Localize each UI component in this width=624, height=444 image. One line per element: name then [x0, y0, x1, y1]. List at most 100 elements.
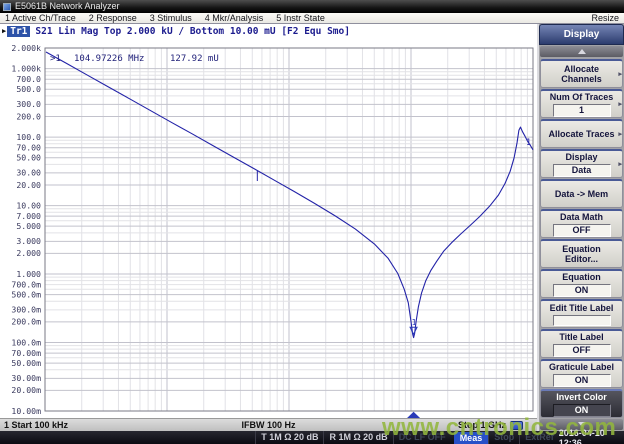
- y-tick-label: 100.0m: [11, 337, 41, 347]
- softkey-label: Equation Editor...: [541, 244, 622, 264]
- measurement-status-badge: Meas: [454, 432, 489, 444]
- dc-bias-status: DC LF OFF: [393, 431, 451, 444]
- status-bar: T 1M Ω 20 dB R 1M Ω 20 dB DC LF OFF Meas…: [0, 431, 624, 444]
- softkey-label: Invert Color: [552, 392, 611, 402]
- port-t-attenuation: T 1M Ω 20 dB: [255, 431, 323, 444]
- y-tick-label: 700.0m: [11, 279, 41, 289]
- softkey-value: [553, 315, 611, 326]
- y-tick-label: 500.0: [16, 84, 41, 94]
- softkey-value: ON: [553, 284, 611, 297]
- menu-item-5[interactable]: 5 Instr State: [276, 13, 325, 23]
- menu-item-3[interactable]: 3 Stimulus: [150, 13, 192, 23]
- softkey-equation-editor[interactable]: Equation Editor...: [540, 239, 623, 268]
- marker-number: 1: [412, 318, 417, 327]
- y-axis-labels: 2.000k1.000k700.0500.0300.0200.0100.070.…: [11, 43, 41, 416]
- reference-status: ExtRef: [519, 431, 559, 444]
- y-tick-label: 200.0: [16, 111, 41, 121]
- trace-id-chip[interactable]: Tr1: [7, 26, 30, 37]
- softkey-value: Data: [553, 164, 611, 177]
- softkey-label: Display: [561, 152, 601, 162]
- datetime: 2016-04-10 12:36: [559, 428, 624, 444]
- y-tick-label: 300.0m: [11, 305, 41, 315]
- softkey-allocate-channels[interactable]: Allocate Channels▸: [540, 59, 623, 88]
- y-tick-label: 20.00m: [11, 385, 41, 395]
- y-tick-label: 10.00m: [11, 406, 41, 416]
- softkey-equation[interactable]: Equation ON: [540, 269, 623, 298]
- window-title: E5061B Network Analyzer: [15, 0, 120, 13]
- y-tick-label: 50.00m: [11, 358, 41, 368]
- y-tick-label: 5.000: [16, 221, 41, 231]
- submenu-arrow-icon: ▸: [618, 130, 622, 138]
- softkey-num-of-traces[interactable]: Num Of Traces 1 ▸: [540, 89, 623, 118]
- menu-item-2[interactable]: 2 Response: [89, 13, 137, 23]
- y-tick-label: 7.000: [16, 211, 41, 221]
- title-bar: E5061B Network Analyzer: [0, 0, 624, 13]
- y-tick-label: 20.00: [16, 180, 41, 190]
- softkey-value: OFF: [553, 224, 611, 237]
- resize-button[interactable]: Resize: [591, 13, 619, 23]
- marker-readout-id: >1: [50, 54, 61, 64]
- y-tick-label: 1.000k: [11, 63, 41, 73]
- softkey-list: Allocate Channels▸Num Of Traces1▸Allocat…: [539, 58, 624, 418]
- softkey-display[interactable]: Display Data ▸: [540, 149, 623, 178]
- softkey-sidebar: Display Allocate Channels▸Num Of Traces1…: [537, 24, 624, 431]
- ifbw-value: IFBW 100 Hz: [241, 420, 295, 430]
- marker-readout-value: 127.92 mU: [170, 54, 219, 64]
- softkey-value: OFF: [553, 344, 611, 357]
- y-tick-label: 700.0: [16, 74, 41, 84]
- softkey-menu-title: Display: [539, 24, 624, 45]
- main-content: ▶ Tr1 S21 Lin Mag Top 2.000 kU / Bottom …: [0, 24, 624, 431]
- softkey-label: Num Of Traces: [546, 92, 618, 102]
- analyzer-screen: ▶ Tr1 S21 Lin Mag Top 2.000 kU / Bottom …: [0, 24, 537, 431]
- submenu-arrow-icon: ▸: [618, 160, 622, 168]
- softkey-graticule-label[interactable]: Graticule LabelON: [540, 359, 623, 388]
- trace-end-label: 1: [526, 138, 531, 148]
- port-r-attenuation: R 1M Ω 20 dB: [323, 431, 392, 444]
- y-tick-label: 500.0m: [11, 289, 41, 299]
- y-tick-label: 1.000: [16, 269, 41, 279]
- softkey-value: ON: [553, 374, 611, 387]
- chevron-down-icon: [578, 422, 586, 427]
- softkey-label: Data Math: [556, 212, 607, 222]
- softkey-value: 1: [553, 104, 611, 117]
- y-tick-label: 100.0: [16, 132, 41, 142]
- softkey-value: ON: [553, 404, 611, 417]
- menu-items: 1 Active Ch/Trace 2 Response 3 Stimulus 4 M…: [5, 13, 325, 23]
- y-tick-label: 300.0: [16, 99, 41, 109]
- trace-select-arrow-icon: ▶: [2, 27, 6, 35]
- softkey-label: Equation: [558, 272, 605, 282]
- sweep-status: Stop: [488, 431, 519, 444]
- softkey-label: Allocate Traces: [544, 129, 618, 139]
- y-tick-label: 3.000: [16, 236, 41, 246]
- y-tick-label: 70.00: [16, 142, 41, 152]
- softkey-label: Data -> Mem: [551, 189, 612, 199]
- softkey-scroll-up[interactable]: [540, 46, 623, 57]
- softkey-label: Allocate Channels: [541, 64, 622, 84]
- softkey-label: Edit Title Label: [546, 303, 618, 313]
- menu-item-1[interactable]: 1 Active Ch/Trace: [5, 13, 76, 23]
- y-tick-label: 50.00: [16, 153, 41, 163]
- plot-svg[interactable]: 2.000k1.000k700.0500.0300.0200.0100.070.…: [0, 38, 537, 418]
- softkey-title-label[interactable]: Title LabelOFF: [540, 329, 623, 358]
- softkey-data-math[interactable]: Data Math OFF: [540, 209, 623, 238]
- plot-area[interactable]: 2.000k1.000k700.0500.0300.0200.0100.070.…: [0, 38, 537, 418]
- y-tick-label: 10.00: [16, 200, 41, 210]
- marker-readout: >1 104.97226 MHz 127.92 mU: [50, 54, 219, 64]
- submenu-arrow-icon: ▸: [618, 100, 622, 108]
- menu-item-4[interactable]: 4 Mkr/Analysis: [205, 13, 264, 23]
- start-frequency: 1 Start 100 kHz: [0, 420, 68, 430]
- y-tick-label: 30.00m: [11, 373, 41, 383]
- softkey-data-mem[interactable]: Data -> Mem: [540, 179, 623, 208]
- softkey-invert-color[interactable]: Invert Color ON: [540, 389, 623, 418]
- softkey-allocate-traces[interactable]: Allocate Traces▸: [540, 119, 623, 148]
- softkey-edit-title-label[interactable]: Edit Title Label: [540, 299, 623, 328]
- y-tick-label: 200.0m: [11, 317, 41, 327]
- y-tick-label: 30.00: [16, 168, 41, 178]
- sweep-bar: 1 Start 100 kHz IFBW 100 Hz Stop 1 GHz: [0, 418, 537, 431]
- y-tick-label: 2.000k: [11, 43, 41, 53]
- stop-frequency: Stop 1 GHz: [458, 420, 506, 430]
- trace-settings-text: S21 Lin Mag Top 2.000 kU / Bottom 10.00 …: [35, 26, 350, 37]
- y-tick-label: 70.00m: [11, 348, 41, 358]
- marker-readout-frequency: 104.97226 MHz: [74, 54, 144, 64]
- chevron-up-icon: [578, 49, 586, 54]
